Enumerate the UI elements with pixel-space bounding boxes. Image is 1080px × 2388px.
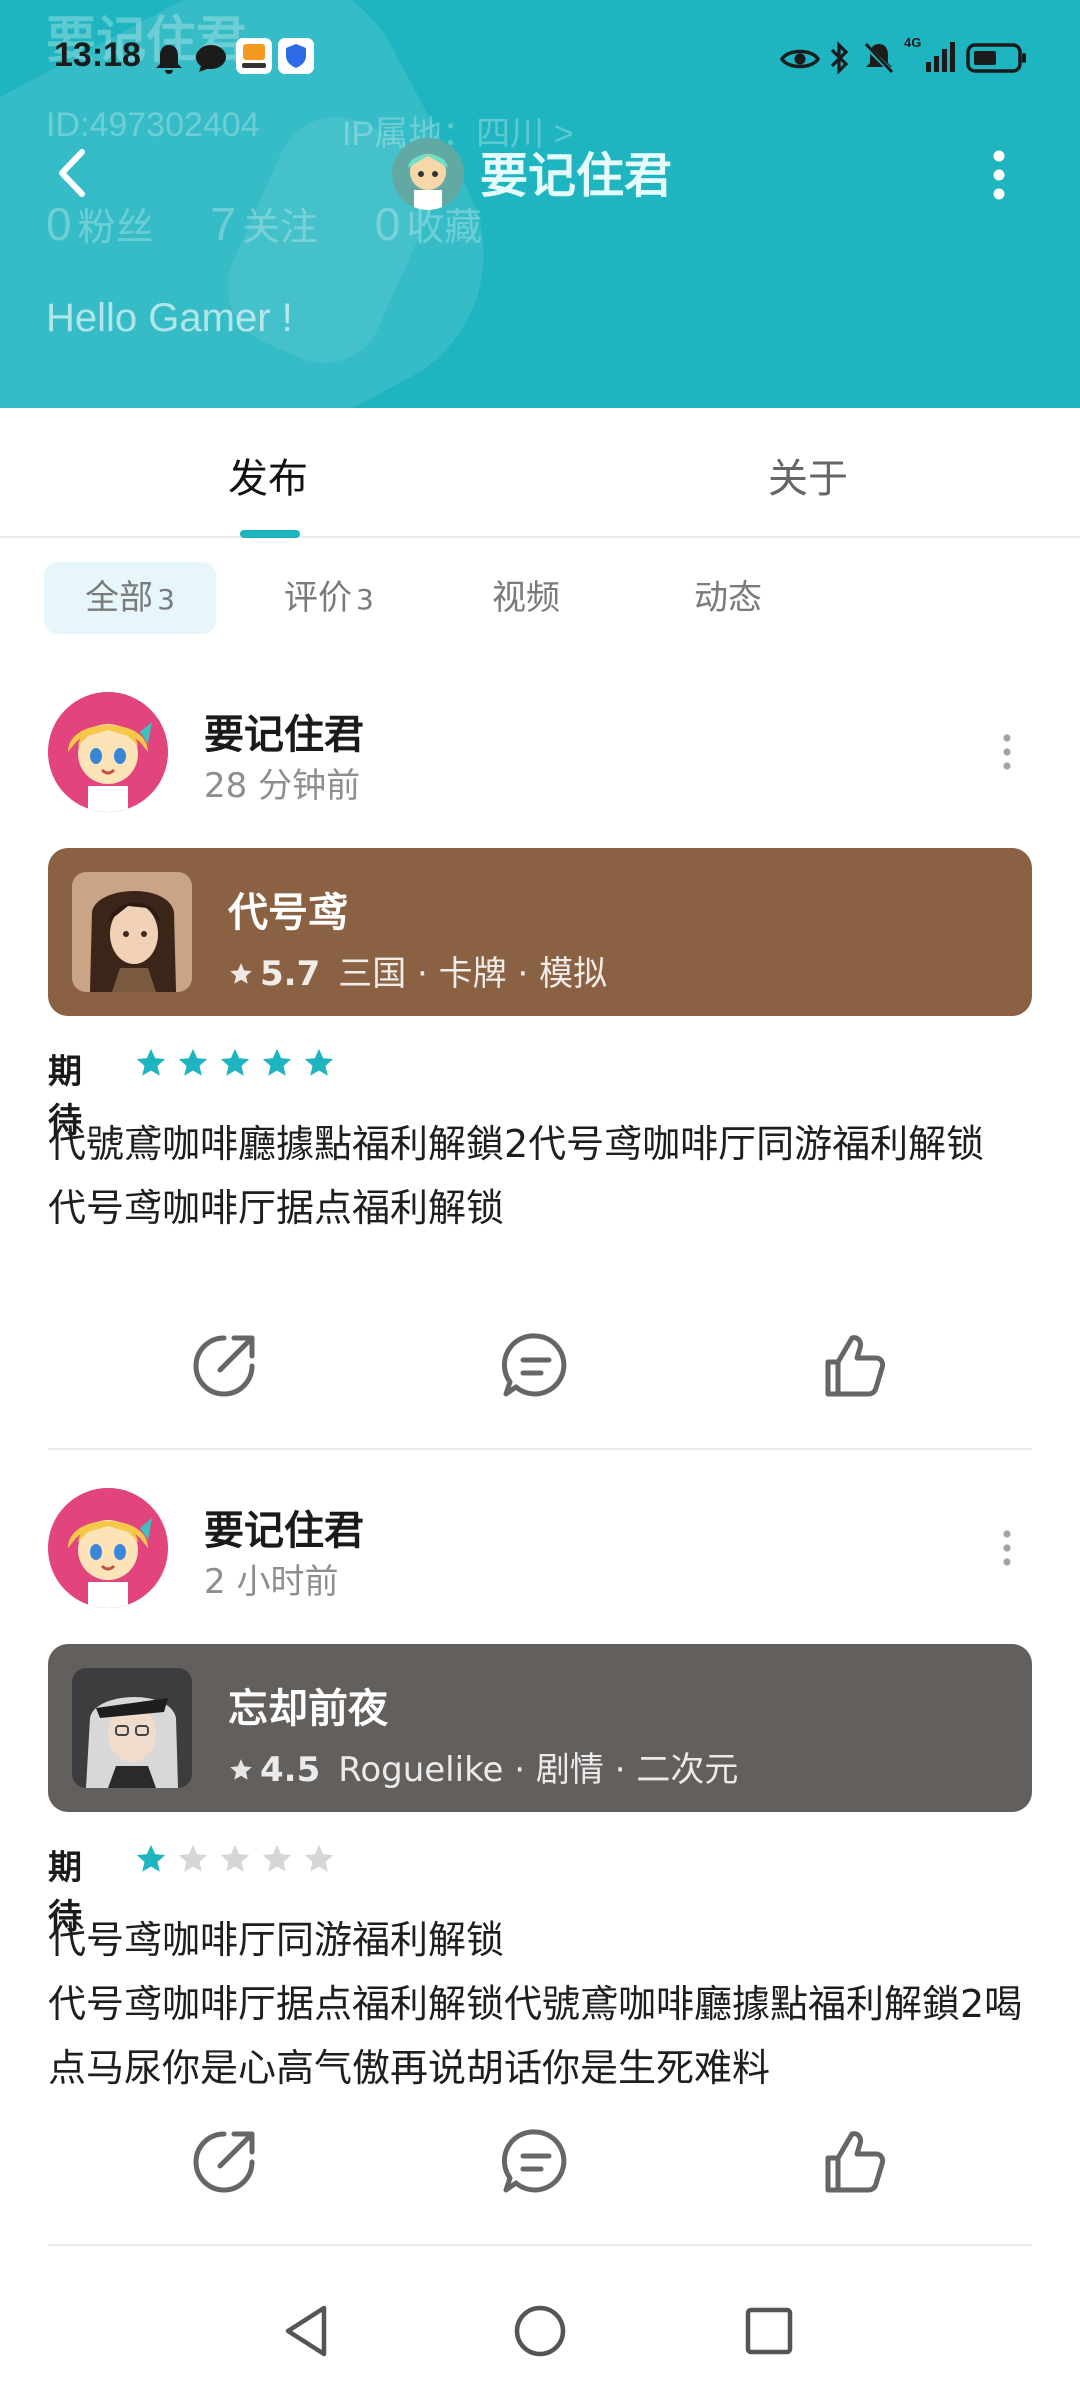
game-card[interactable]: 代号鸢 5.7 三国 · 卡牌 · 模拟: [48, 848, 1032, 1016]
tab-about[interactable]: 关于: [768, 446, 848, 504]
battery-icon: [966, 43, 1026, 73]
rating-stars: [134, 1842, 344, 1880]
star-filled-icon: [304, 1048, 334, 1076]
game-score: 5.7: [260, 954, 321, 994]
post-divider: [48, 1448, 1032, 1450]
system-recents-icon[interactable]: [734, 2296, 804, 2366]
more-options-icon[interactable]: [976, 140, 1022, 210]
comment-icon[interactable]: [496, 2122, 576, 2202]
post-divider: [48, 2244, 1032, 2246]
star-filled-icon: [220, 1048, 250, 1076]
main-tabs: 发布 关于: [0, 408, 1080, 538]
like-icon[interactable]: [814, 2122, 894, 2202]
chat-icon: [196, 45, 226, 72]
star-filled-icon: [262, 1048, 292, 1076]
filter-reviews-count: 3: [356, 583, 374, 616]
post-line: 代号鸢咖啡厅同游福利解锁: [48, 1918, 505, 1962]
filter-videos[interactable]: 视频: [492, 562, 560, 634]
post-more-icon[interactable]: [992, 1526, 1022, 1570]
shield-icon: [278, 38, 314, 74]
star-filled-icon: [136, 1048, 166, 1076]
system-nav-bar: [0, 2278, 1080, 2388]
alarm-icon: [156, 45, 182, 74]
filter-moments[interactable]: 动态: [694, 562, 762, 634]
game-thumbnail: [72, 1668, 192, 1788]
nav-avatar[interactable]: [392, 138, 464, 210]
system-home-icon[interactable]: [505, 2296, 575, 2366]
eye-icon: [780, 49, 820, 69]
profile-header: 要记住君 ID:497302404 IP属地：四川 > 0 粉丝 7 关注 0 收藏 …: [0, 0, 1080, 408]
filter-chips: 全部 3 评价 3 视频 动态: [0, 562, 1080, 634]
filter-reviews-label: 评价: [284, 578, 352, 618]
filter-all[interactable]: 全部 3: [44, 562, 216, 634]
star-empty-icon: [220, 1844, 250, 1872]
game-card[interactable]: 忘却前夜 4.5 Roguelike · 剧情 · 二次元: [48, 1644, 1032, 1812]
user-name[interactable]: 要记住君: [204, 702, 364, 760]
user-avatar[interactable]: [48, 1488, 168, 1608]
filter-reviews[interactable]: 评价 3: [284, 562, 374, 634]
game-name: 忘却前夜: [228, 1686, 388, 1732]
score-star-icon: [230, 963, 252, 984]
post-more-icon[interactable]: [992, 730, 1022, 774]
profile-greeting: Hello Gamer !: [46, 296, 293, 340]
star-empty-icon: [262, 1844, 292, 1872]
share-icon[interactable]: [184, 1326, 264, 1406]
star-filled-icon: [136, 1844, 166, 1872]
user-avatar[interactable]: [48, 692, 168, 812]
top-nav-bar: 要记住君: [0, 118, 1080, 228]
status-time: 13:18: [54, 36, 141, 74]
game-thumbnail: [72, 872, 192, 992]
rating-stars: [134, 1046, 344, 1084]
comment-icon[interactable]: [496, 1326, 576, 1406]
post-body[interactable]: 代號鳶咖啡廳據點福利解鎖2代号鸢咖啡厅同游福利解锁 代号鸢咖啡厅据点福利解锁: [48, 1112, 1038, 1240]
share-icon[interactable]: [184, 2122, 264, 2202]
user-name[interactable]: 要记住君: [204, 1498, 364, 1556]
post-time: 28 分钟前: [204, 766, 361, 806]
mute-icon: [863, 42, 895, 75]
filter-all-label: 全部: [85, 578, 154, 618]
back-arrow-icon[interactable]: [40, 138, 110, 208]
filter-all-count: 3: [157, 583, 175, 616]
game-name: 代号鸢: [228, 890, 348, 936]
star-empty-icon: [178, 1844, 208, 1872]
post-line: 代號鳶咖啡廳據點福利解鎖2代号鸢咖啡厅同游福利解锁: [48, 1122, 985, 1166]
app-icon: [236, 38, 272, 74]
signal-icon: [926, 42, 955, 72]
star-empty-icon: [304, 1844, 334, 1872]
post-time: 2 小时前: [204, 1562, 339, 1602]
tab-active-indicator: [240, 530, 300, 538]
game-tags: Roguelike · 剧情 · 二次元: [338, 1750, 739, 1790]
nav-title: 要记住君: [480, 148, 673, 204]
score-star-icon: [230, 1759, 252, 1780]
status-bar: 13:18 4G: [0, 0, 1080, 118]
bluetooth-icon: [830, 41, 849, 75]
post-body[interactable]: 代号鸢咖啡厅同游福利解锁 代号鸢咖啡厅据点福利解锁代號鳶咖啡廳據點福利解鎖2喝点…: [48, 1908, 1038, 2100]
system-back-icon[interactable]: [274, 2296, 344, 2366]
tab-publish[interactable]: 发布: [228, 446, 308, 504]
game-meta: 4.5 Roguelike · 剧情 · 二次元: [228, 1742, 738, 1791]
like-icon[interactable]: [814, 1326, 894, 1406]
post-actions: [0, 1326, 1080, 1406]
post-line: 代号鸢咖啡厅据点福利解锁: [48, 1186, 505, 1230]
game-meta: 5.7 三国 · 卡牌 · 模拟: [228, 946, 607, 995]
star-filled-icon: [178, 1048, 208, 1076]
game-tags: 三国 · 卡牌 · 模拟: [338, 954, 608, 994]
game-score: 4.5: [260, 1750, 321, 1790]
post-actions: [0, 2122, 1080, 2202]
post-line: 代号鸢咖啡厅据点福利解锁代號鳶咖啡廳據點福利解鎖2喝点马尿你是心高气傲再说胡话你…: [48, 1982, 1023, 2090]
